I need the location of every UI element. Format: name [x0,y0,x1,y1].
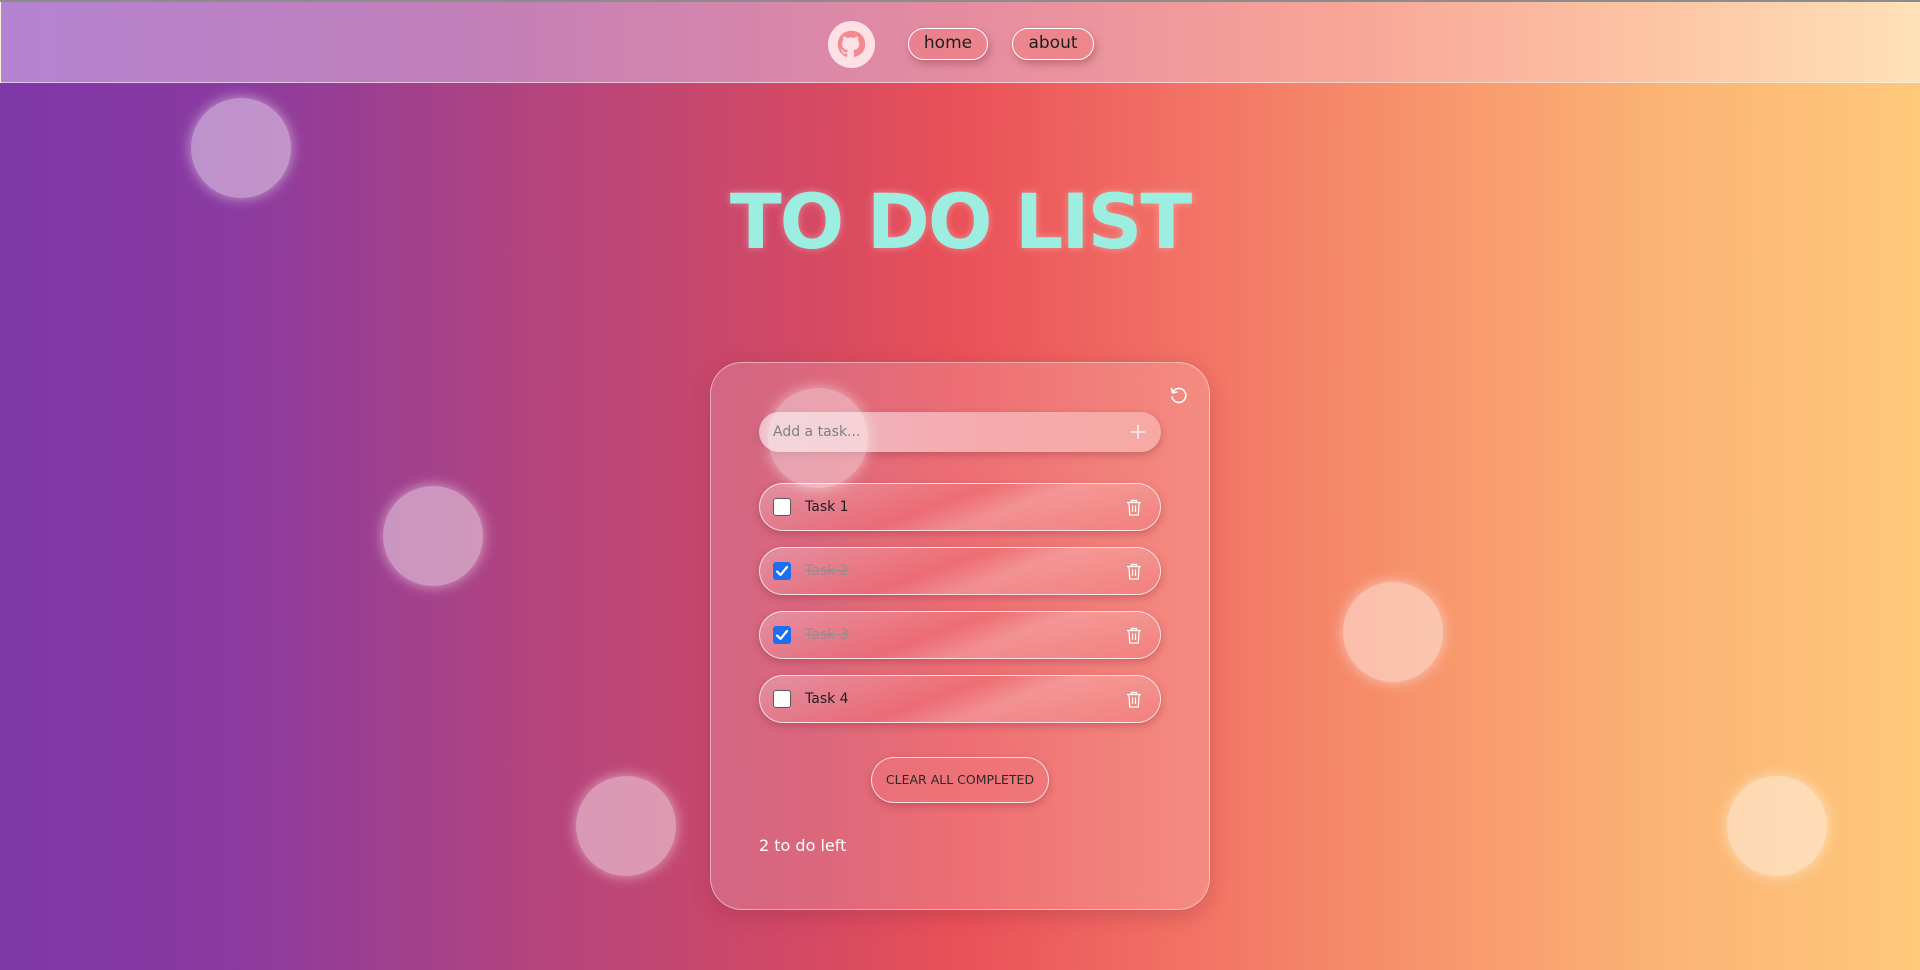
clear-completed-button[interactable]: CLEAR ALL COMPLETED [871,757,1049,803]
nav-home-button[interactable]: home [908,28,988,60]
decorative-bubble [1727,776,1827,876]
task-checkbox[interactable] [773,626,791,644]
task-checkbox[interactable] [773,498,791,516]
remaining-count: 2 to do left [759,836,847,855]
decorative-bubble [383,486,483,586]
task-label: Task 4 [805,691,849,707]
decorative-bubble [1343,582,1443,682]
trash-icon[interactable] [1126,499,1142,516]
task-item: Task 3 [759,611,1161,659]
task-label: Task 2 [805,563,849,579]
trash-icon[interactable] [1126,563,1142,580]
task-label: Task 3 [805,627,849,643]
task-item: Task 4 [759,675,1161,723]
plus-icon[interactable] [1131,425,1145,439]
top-nav: home about [0,0,1920,83]
reset-icon[interactable] [1168,385,1188,405]
github-icon[interactable] [827,20,876,69]
decorative-bubble [768,388,868,488]
trash-icon[interactable] [1126,627,1142,644]
decorative-bubble [576,776,676,876]
task-checkbox[interactable] [773,562,791,580]
page-title: TO DO LIST [729,177,1192,266]
task-item: Task 2 [759,547,1161,595]
task-checkbox[interactable] [773,690,791,708]
trash-icon[interactable] [1126,691,1142,708]
task-item: Task 1 [759,483,1161,531]
nav-about-button[interactable]: about [1012,28,1094,60]
task-label: Task 1 [805,499,849,515]
